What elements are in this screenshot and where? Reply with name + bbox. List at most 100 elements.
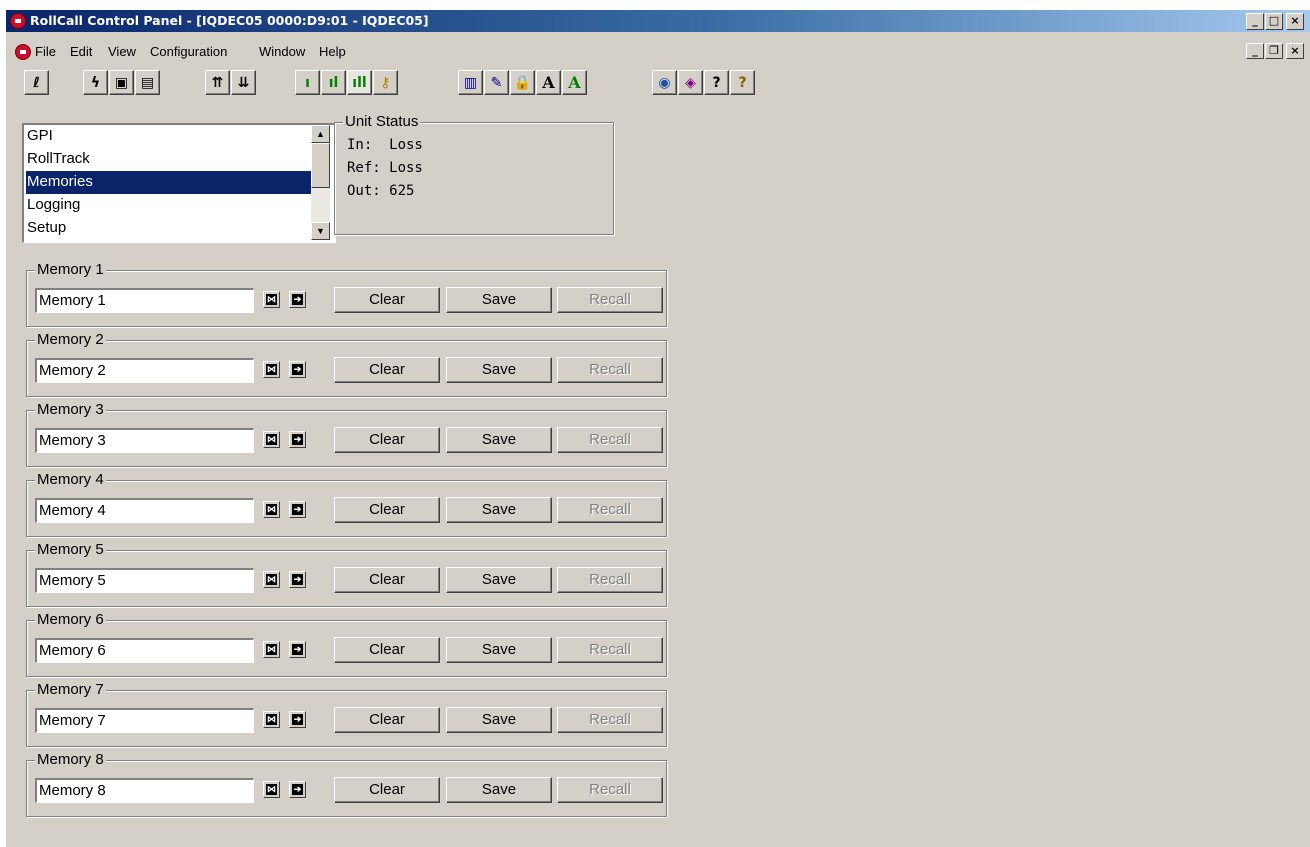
memory-save-button[interactable]: Save [446,357,552,383]
font-button[interactable]: A [536,70,561,95]
globe-button[interactable]: ◉ [652,70,677,95]
menu-configuration[interactable]: Configuration [150,44,227,59]
memory-name-input[interactable]: Memory 3 [35,428,254,453]
memory-group-label: Memory 2 [35,331,106,348]
memory-clear-button[interactable]: Clear [334,357,440,383]
menu-edit[interactable]: Edit [70,44,92,59]
memory-recall-button[interactable]: Recall [557,427,663,453]
eraser-button[interactable]: ◈ [678,70,703,95]
menu-help[interactable]: Help [319,44,346,59]
compare-icon: ⋈ [266,784,277,795]
key-button[interactable]: ⚷ [373,70,398,95]
memory-recall-button[interactable]: Recall [557,777,663,803]
list-item-memories[interactable]: Memories [26,171,311,194]
memory-clear-button[interactable]: Clear [334,567,440,593]
memory-name-input[interactable]: Memory 2 [35,358,254,383]
memory-apply-button[interactable]: ➔ [289,571,306,588]
download-button[interactable]: ⇊ [231,70,256,95]
level-mid-button[interactable]: ıl [321,70,346,95]
network-tree-button[interactable]: ℓ [24,70,49,95]
memory-recall-button[interactable]: Recall [557,567,663,593]
memory-apply-button[interactable]: ➔ [289,641,306,658]
close-button[interactable]: × [1286,13,1304,30]
memory-clear-button[interactable]: Clear [334,777,440,803]
memory-recall-button[interactable]: Recall [557,357,663,383]
memory-name-input[interactable]: Memory 8 [35,778,254,803]
level-low-icon: ı [305,74,310,91]
memory-compare-button[interactable]: ⋈ [263,641,280,658]
memory-compare-button[interactable]: ⋈ [263,571,280,588]
memory-compare-button[interactable]: ⋈ [263,711,280,728]
section-listbox[interactable]: GPI RollTrack Memories Logging Setup ▲ ▼ [22,123,336,243]
memory-compare-button[interactable]: ⋈ [263,501,280,518]
lightning-button[interactable]: ϟ [83,70,108,95]
memory-save-button[interactable]: Save [446,427,552,453]
document-icon[interactable] [15,44,31,60]
memory-apply-button[interactable]: ➔ [289,291,306,308]
lightning-icon: ϟ [90,74,101,91]
help-dialog-button[interactable]: ? [704,70,729,95]
memory-apply-button[interactable]: ➔ [289,501,306,518]
memory-save-button[interactable]: Save [446,567,552,593]
memory-save-button[interactable]: Save [446,707,552,733]
scroll-up-icon[interactable]: ▲ [311,125,330,143]
memory-compare-button[interactable]: ⋈ [263,361,280,378]
rollcall-app-icon[interactable] [10,13,26,29]
edit-form-button[interactable]: ✎ [484,70,509,95]
child-restore-button[interactable]: ❐ [1265,43,1283,59]
menu-file[interactable]: File [35,44,56,59]
lock-button[interactable]: 🔒 [510,70,535,95]
memory-recall-button[interactable]: Recall [557,707,663,733]
list-item-gpi[interactable]: GPI [26,125,311,148]
memory-clear-button[interactable]: Clear [334,497,440,523]
font-color-button[interactable]: A [562,70,587,95]
menu-view[interactable]: View [108,44,136,59]
list-item-setup[interactable]: Setup [26,217,311,240]
memory-save-button[interactable]: Save [446,637,552,663]
menu-window[interactable]: Window [259,44,305,59]
save-button[interactable]: ▣ [109,70,134,95]
compare-icon: ⋈ [266,574,277,585]
memory-compare-button[interactable]: ⋈ [263,291,280,308]
save-icon: ▣ [114,74,129,91]
help-button[interactable]: ? [730,70,755,95]
memory-compare-button[interactable]: ⋈ [263,781,280,798]
memory-clear-button[interactable]: Clear [334,707,440,733]
memory-group-label: Memory 3 [35,401,106,418]
memory-group-label: Memory 1 [35,261,106,278]
upload-button[interactable]: ⇈ [205,70,230,95]
child-minimize-button[interactable]: _ [1246,43,1264,59]
memory-save-button[interactable]: Save [446,287,552,313]
memory-name-input[interactable]: Memory 7 [35,708,254,733]
scroll-down-icon[interactable]: ▼ [311,222,330,240]
memory-apply-button[interactable]: ➔ [289,781,306,798]
memory-apply-button[interactable]: ➔ [289,431,306,448]
scroll-thumb[interactable] [311,143,330,188]
memory-save-button[interactable]: Save [446,777,552,803]
memory-recall-button[interactable]: Recall [557,637,663,663]
maximize-button[interactable]: □ [1265,13,1283,30]
level-low-button[interactable]: ı [295,70,320,95]
memory-recall-button[interactable]: Recall [557,287,663,313]
list-scrollbar[interactable]: ▲ ▼ [311,125,330,240]
memory-clear-button[interactable]: Clear [334,637,440,663]
list-item-logging[interactable]: Logging [26,194,311,217]
save-as-button[interactable]: ▤ [135,70,160,95]
memory-clear-button[interactable]: Clear [334,287,440,313]
memory-clear-button[interactable]: Clear [334,427,440,453]
memory-compare-button[interactable]: ⋈ [263,431,280,448]
child-close-button[interactable]: × [1286,43,1304,59]
minimize-button[interactable]: _ [1246,13,1264,30]
memory-name-input[interactable]: Memory 4 [35,498,254,523]
memory-apply-button[interactable]: ➔ [289,711,306,728]
memory-apply-button[interactable]: ➔ [289,361,306,378]
list-item-rolltrack[interactable]: RollTrack [26,148,311,171]
memory-name-input[interactable]: Memory 6 [35,638,254,663]
title-bar[interactable]: RollCall Control Panel - [IQDEC05 0000:D… [6,10,1310,32]
memory-save-button[interactable]: Save [446,497,552,523]
memory-name-input[interactable]: Memory 1 [35,288,254,313]
book-button[interactable]: ▥ [458,70,483,95]
level-high-button[interactable]: ıll [347,70,372,95]
memory-recall-button[interactable]: Recall [557,497,663,523]
memory-name-input[interactable]: Memory 5 [35,568,254,593]
